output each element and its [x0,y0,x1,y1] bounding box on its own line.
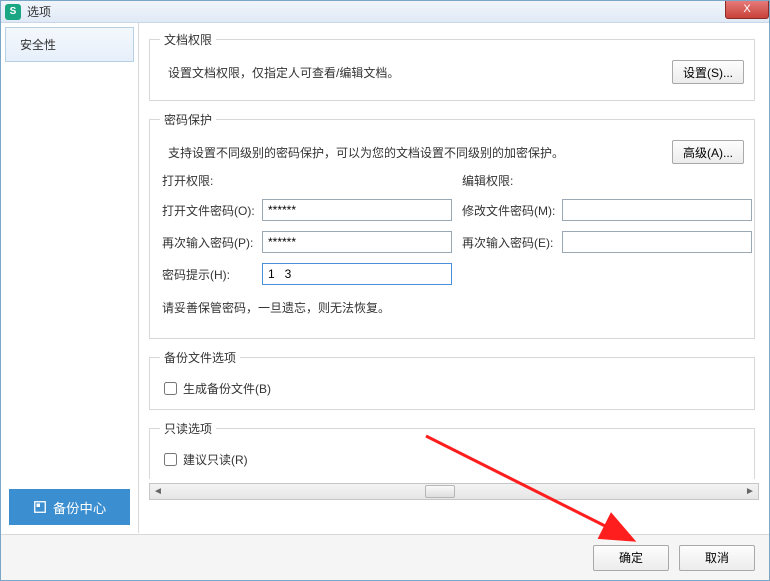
open-file-password-input[interactable] [262,199,452,221]
password-advanced-button[interactable]: 高级(A)... [672,140,744,164]
dialog-body: 安全性 备份中心 文档权限 设置文档权限，仅指定人可查看/编辑文档。 设置(S)… [1,23,769,533]
scroll-track[interactable] [166,484,742,499]
window-title: 选项 [27,3,51,20]
close-button[interactable]: X [725,1,769,19]
backup-file-group: 备份文件选项 生成备份文件(B) [149,349,755,410]
generate-backup-label: 生成备份文件(B) [183,380,271,397]
backup-icon [33,500,47,514]
suggest-readonly-checkbox[interactable] [164,453,177,466]
suggest-readonly-label: 建议只读(R) [183,451,248,468]
generate-backup-checkbox-row[interactable]: 生成备份文件(B) [164,380,744,397]
password-hint-input[interactable] [262,263,452,285]
readonly-legend: 只读选项 [160,420,216,437]
app-icon: S [5,4,21,20]
password-legend: 密码保护 [160,111,216,128]
readonly-group: 只读选项 建议只读(R) [149,420,755,479]
scroll-right-icon[interactable]: ► [742,486,758,497]
dialog-footer: 确定 取消 [1,534,769,580]
open-file-password-label: 打开文件密码(O): [162,202,262,219]
scroll-left-icon[interactable]: ◄ [150,486,166,497]
reenter-edit-password-input[interactable] [562,231,752,253]
sidebar-spacer [5,62,134,485]
backup-center-label: 备份中心 [53,498,106,517]
doc-permission-legend: 文档权限 [160,31,216,48]
open-permission-label: 打开权限: [162,172,262,189]
ok-button[interactable]: 确定 [593,545,669,571]
sidebar: 安全性 备份中心 [1,23,139,533]
modify-file-password-input[interactable] [562,199,752,221]
modify-file-password-label: 修改文件密码(M): [462,202,562,219]
password-desc: 支持设置不同级别的密码保护，可以为您的文档设置不同级别的加密保护。 [168,144,672,161]
doc-permission-settings-button[interactable]: 设置(S)... [672,60,744,84]
doc-permission-desc: 设置文档权限，仅指定人可查看/编辑文档。 [168,64,672,81]
doc-permission-group: 文档权限 设置文档权限，仅指定人可查看/编辑文档。 设置(S)... [149,31,755,101]
backup-file-legend: 备份文件选项 [160,349,240,366]
reenter-open-password-input[interactable] [262,231,452,253]
options-dialog: S 选项 X 安全性 备份中心 文档权限 设置文档权限，仅指定人可查看/编辑文档… [0,0,770,581]
sidebar-item-security[interactable]: 安全性 [5,27,134,62]
edit-permission-label: 编辑权限: [462,172,562,189]
scroll-thumb[interactable] [425,485,455,498]
password-hint-label: 密码提示(H): [162,266,262,283]
reenter-edit-password-label: 再次输入密码(E): [462,234,562,251]
main-scroll: 文档权限 设置文档权限，仅指定人可查看/编辑文档。 设置(S)... 密码保护 … [149,31,759,479]
backup-center-button[interactable]: 备份中心 [9,489,130,525]
main-panel: 文档权限 设置文档权限，仅指定人可查看/编辑文档。 设置(S)... 密码保护 … [139,23,769,533]
password-note: 请妥善保管密码，一旦遗忘，则无法恢复。 [162,299,744,316]
reenter-open-password-label: 再次输入密码(P): [162,234,262,251]
generate-backup-checkbox[interactable] [164,382,177,395]
titlebar: S 选项 X [1,1,769,23]
suggest-readonly-checkbox-row[interactable]: 建议只读(R) [164,451,744,468]
horizontal-scrollbar[interactable]: ◄ ► [149,483,759,500]
password-group: 密码保护 支持设置不同级别的密码保护，可以为您的文档设置不同级别的加密保护。 高… [149,111,755,339]
cancel-button[interactable]: 取消 [679,545,755,571]
